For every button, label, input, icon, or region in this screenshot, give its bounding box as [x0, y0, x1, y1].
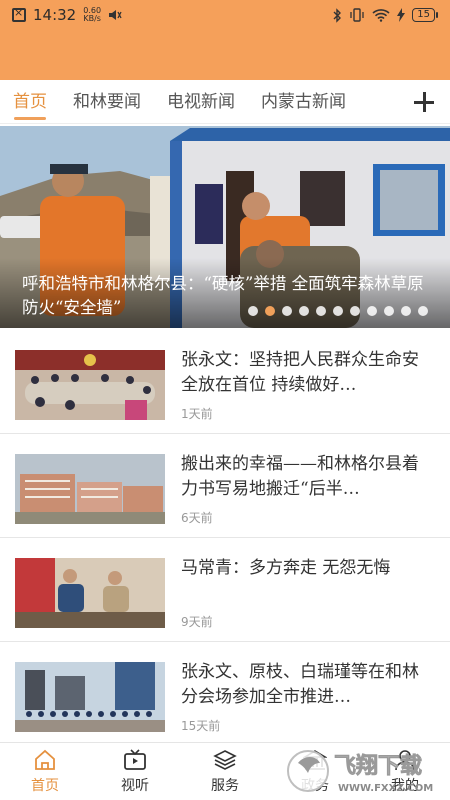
tab-inner-mongolia-news[interactable]: 内蒙古新闻 [248, 80, 359, 123]
svg-text:飞翔下载: 飞翔下载 [334, 753, 422, 779]
news-time: 9天前 [181, 615, 213, 629]
carousel-dot[interactable] [418, 306, 428, 316]
banner-carousel[interactable]: 呼和浩特市和林格尔县：“硬核”举措 全面筑牢森林草原防火“安全墙” [0, 126, 450, 328]
news-time: 1天前 [181, 407, 213, 421]
list-item[interactable]: 张永文、原枝、白瑞瑾等在和林分会场参加全市推进… 15天前 [0, 642, 450, 746]
news-title: 张永文：坚持把人民群众生命安全放在首位 持续做好… [181, 350, 419, 395]
carousel-indicator [248, 306, 428, 316]
svg-text:WWW.FXXZ.COM: WWW.FXXZ.COM [338, 783, 433, 794]
header-band [0, 30, 450, 80]
tab-tv-news[interactable]: 电视新闻 [154, 80, 248, 123]
mute-icon [109, 10, 122, 20]
carousel-dot[interactable] [384, 306, 394, 316]
layers-icon [213, 750, 237, 770]
no-sim-icon [12, 6, 26, 22]
home-visit-photo [15, 558, 165, 628]
apartment-buildings-photo [15, 454, 165, 524]
add-channel-button[interactable] [398, 80, 450, 123]
list-item[interactable]: 马常青：多方奔走 无怨无悔 9天前 [0, 538, 450, 642]
outdoor-rally-photo [15, 662, 165, 732]
bluetooth-icon [333, 7, 342, 23]
battery-indicator: 15 [412, 8, 438, 22]
wifi-icon [372, 9, 390, 22]
carousel-dot[interactable] [282, 306, 292, 316]
news-title: 马常青：多方奔走 无怨无悔 [181, 558, 391, 578]
nav-services[interactable]: 服务 [180, 743, 270, 800]
nav-home[interactable]: 首页 [0, 743, 90, 800]
tab-helin-news[interactable]: 和林要闻 [60, 80, 154, 123]
carousel-dot[interactable] [333, 306, 343, 316]
tv-icon [124, 749, 146, 770]
tab-home[interactable]: 首页 [0, 80, 60, 123]
news-list: 张永文：坚持把人民群众生命安全放在首位 持续做好… 1天前 搬出来的幸福——和林… [0, 330, 450, 746]
nav-video[interactable]: 视听 [90, 743, 180, 800]
status-bar: 14:32 0.60 KB/s 15 [0, 0, 450, 30]
channel-tabs: 首页 和林要闻 电视新闻 内蒙古新闻 [0, 80, 450, 124]
carousel-dot[interactable] [248, 306, 258, 316]
carousel-dot[interactable] [367, 306, 377, 316]
carousel-dot[interactable] [316, 306, 326, 316]
carousel-dot[interactable] [265, 306, 275, 316]
carousel-dot[interactable] [350, 306, 360, 316]
news-title: 张永文、原枝、白瑞瑾等在和林分会场参加全市推进… [181, 662, 419, 707]
carousel-dot[interactable] [299, 306, 309, 316]
news-time: 6天前 [181, 511, 213, 525]
watermark-logo: 飞翔下载 WWW.FXXZ.COM [287, 750, 433, 794]
news-time: 15天前 [181, 719, 221, 733]
list-item[interactable]: 张永文：坚持把人民群众生命安全放在首位 持续做好… 1天前 [0, 330, 450, 434]
charging-icon [397, 8, 406, 22]
status-time: 14:32 [33, 6, 77, 24]
carousel-dot[interactable] [401, 306, 411, 316]
list-item[interactable]: 搬出来的幸福——和林格尔县着力书写易地搬迁“后半… 6天前 [0, 434, 450, 538]
network-speed: 0.60 KB/s [83, 6, 102, 23]
meeting-photo [15, 350, 165, 420]
vibrate-icon [350, 8, 364, 22]
plus-icon [414, 92, 434, 112]
news-title: 搬出来的幸福——和林格尔县着力书写易地搬迁“后半… [181, 454, 419, 499]
home-icon [35, 749, 55, 770]
